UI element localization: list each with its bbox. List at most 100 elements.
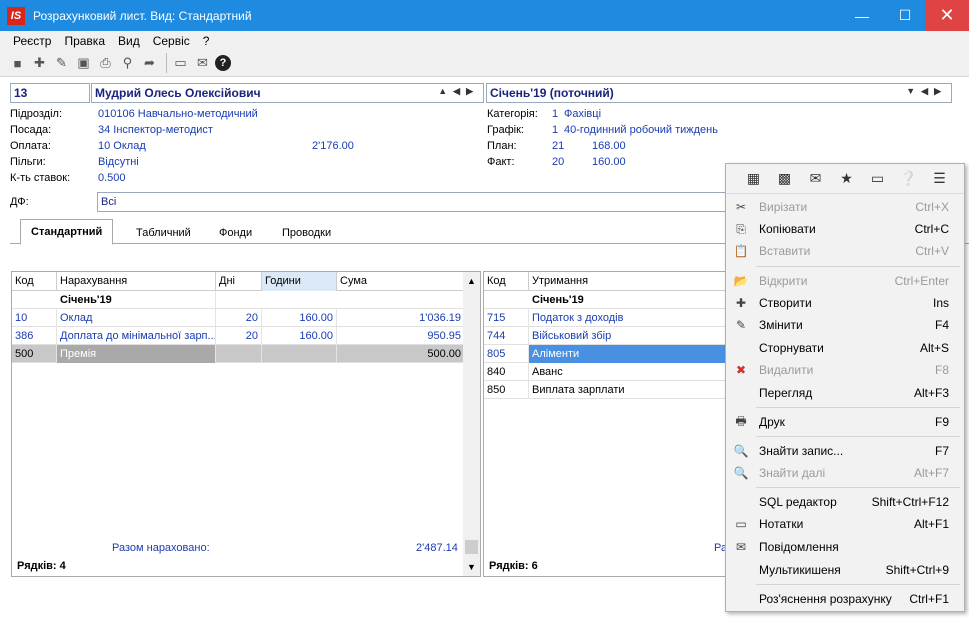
- employee-field[interactable]: Мудрий Олесь Олексійович ▲◀▶: [91, 83, 484, 103]
- tab-table[interactable]: Табличний: [126, 222, 201, 244]
- search-next-icon[interactable]: ➦: [140, 54, 159, 73]
- cell-name: Аліменти: [529, 345, 734, 363]
- close-button[interactable]: ✕: [925, 0, 969, 31]
- tab-standard[interactable]: Стандартний: [20, 219, 114, 245]
- maximize-button[interactable]: ☐: [889, 0, 921, 31]
- employee-nav-arrows[interactable]: ▲◀▶: [438, 86, 479, 97]
- menu-print[interactable]: 🖶 Друк F9: [726, 411, 964, 433]
- info-label: Посада:: [10, 124, 52, 136]
- menu-reverse[interactable]: Сторнувати Alt+S: [726, 337, 964, 359]
- menu-messages[interactable]: ✉ Повідомлення: [726, 536, 964, 558]
- menu-shortcut: Ctrl+V: [915, 244, 949, 258]
- calendar-icon[interactable]: ▩: [769, 170, 800, 187]
- info-value: 1: [552, 108, 559, 120]
- period-nav-arrows[interactable]: ▼◀▶: [906, 86, 947, 97]
- info-value: 1: [552, 124, 559, 136]
- search-next-icon: 🔍: [733, 466, 749, 480]
- table-row[interactable]: 840 Аванс: [484, 363, 734, 381]
- group-row[interactable]: Січень'19: [484, 291, 734, 309]
- help-icon[interactable]: ?: [215, 55, 231, 71]
- cell-name: Військовий збір: [529, 327, 734, 345]
- copy-icon[interactable]: ▣: [74, 54, 93, 73]
- tab-number-field[interactable]: 13: [10, 83, 90, 103]
- col-sum[interactable]: Сума: [337, 272, 465, 291]
- tab-postings[interactable]: Проводки: [272, 222, 341, 244]
- menu-create[interactable]: ✚ Створити Ins: [726, 292, 964, 314]
- col-days[interactable]: Дні: [216, 272, 262, 291]
- columns-icon[interactable]: ☰: [924, 170, 955, 187]
- menu-paste[interactable]: 📋 Вставити Ctrl+V: [726, 240, 964, 262]
- star-icon[interactable]: ★: [831, 170, 862, 187]
- employee-name: Мудрий Олесь Олексійович: [95, 86, 261, 100]
- tab-funds[interactable]: Фонди: [209, 222, 262, 244]
- col-hours[interactable]: Години: [262, 272, 337, 291]
- table-row[interactable]: 744 Військовий збір: [484, 327, 734, 345]
- menu-service[interactable]: Сервіс: [153, 34, 190, 48]
- accruals-scrollbar[interactable]: ▲ ▼: [463, 272, 480, 576]
- table-row[interactable]: 386 Доплата до мінімальної зарп... 20 16…: [12, 327, 480, 345]
- table-row[interactable]: 10 Оклад 20 160.00 1'036.19: [12, 309, 480, 327]
- menu-view[interactable]: Вид: [118, 34, 140, 48]
- search-icon: 🔍: [733, 444, 749, 458]
- menu-find-next[interactable]: 🔍 Знайти далі Alt+F7: [726, 462, 964, 484]
- search-icon[interactable]: ⚲: [118, 54, 137, 73]
- menu-calc-explanation[interactable]: Роз'яснення розрахунку Ctrl+F1: [726, 588, 964, 610]
- menu-label: Створити: [759, 296, 812, 310]
- scroll-up-icon[interactable]: ▲: [463, 276, 480, 286]
- create-icon[interactable]: ✚: [30, 54, 49, 73]
- menu-label: Повідомлення: [759, 540, 839, 554]
- notes-icon[interactable]: ▭: [171, 54, 190, 73]
- df-value: Всі: [101, 196, 117, 208]
- notes-icon[interactable]: ▭: [862, 170, 893, 187]
- menu-open[interactable]: 📂 Відкрити Ctrl+Enter: [726, 270, 964, 292]
- menu-label: Роз'яснення розрахунку: [759, 592, 892, 606]
- deductions-row-count: Рядків: 6: [489, 560, 538, 572]
- help-icon[interactable]: ❔: [893, 170, 924, 187]
- col-deduction[interactable]: Утримання: [529, 272, 734, 291]
- calculator-icon[interactable]: ▦: [738, 170, 769, 187]
- col-code[interactable]: Код: [484, 272, 529, 291]
- menu-separator: [756, 584, 960, 585]
- menu-cut[interactable]: ✂ Вирізати Ctrl+X: [726, 196, 964, 218]
- scroll-thumb[interactable]: [465, 540, 478, 554]
- menu-notes[interactable]: ▭ Нотатки Alt+F1: [726, 513, 964, 535]
- menu-registry[interactable]: Реєстр: [13, 34, 51, 48]
- folder-icon[interactable]: ■: [8, 54, 27, 73]
- edit-icon[interactable]: ✎: [52, 54, 71, 73]
- mail-icon[interactable]: ✉: [800, 170, 831, 187]
- menu-multipocket[interactable]: Мультикишеня Shift+Ctrl+9: [726, 559, 964, 581]
- menu-label: Вставити: [759, 244, 811, 258]
- info-value: 20: [552, 156, 565, 168]
- table-row[interactable]: 850 Виплата зарплати: [484, 381, 734, 399]
- mail-icon[interactable]: ✉: [193, 54, 212, 73]
- menu-label: Нотатки: [759, 517, 804, 531]
- print-icon[interactable]: ⎙: [96, 54, 115, 73]
- col-code[interactable]: Код: [12, 272, 57, 291]
- period-field[interactable]: Січень'19 (поточний) ▼◀▶: [486, 83, 952, 103]
- info-value: 010106 Навчально-методичний: [98, 108, 258, 120]
- menu-delete[interactable]: ✖ Видалити F8: [726, 359, 964, 381]
- table-row-selected[interactable]: 805 Аліменти: [484, 345, 734, 363]
- info-label: Категорія:: [487, 108, 538, 120]
- menu-view[interactable]: Перегляд Alt+F3: [726, 382, 964, 404]
- table-row[interactable]: 715 Податок з доходів: [484, 309, 734, 327]
- menu-copy[interactable]: ⎘ Копіювати Ctrl+C: [726, 218, 964, 240]
- menu-shortcut: Shift+Ctrl+F12: [871, 495, 949, 509]
- info-value: Фахівці: [564, 108, 602, 120]
- info-label: Факт:: [487, 156, 515, 168]
- menu-find[interactable]: 🔍 Знайти запис... F7: [726, 440, 964, 462]
- cell-code: 10: [12, 309, 57, 327]
- group-row[interactable]: Січень'19: [12, 291, 480, 309]
- menu-edit[interactable]: ✎ Змінити F4: [726, 314, 964, 336]
- menu-edit[interactable]: Правка: [64, 34, 105, 48]
- minimize-button[interactable]: —: [846, 0, 878, 31]
- menu-sql-editor[interactable]: SQL редактор Shift+Ctrl+F12: [726, 491, 964, 513]
- col-accrual[interactable]: Нарахування: [57, 272, 216, 291]
- menu-help[interactable]: ?: [203, 34, 210, 48]
- scroll-down-icon[interactable]: ▼: [463, 562, 480, 572]
- cell-sum: 500.00: [337, 345, 465, 363]
- table-row-selected[interactable]: 500 Премія 500.00: [12, 345, 480, 363]
- cell-name: Премія: [57, 345, 216, 363]
- info-value: Відсутні: [98, 156, 139, 168]
- accruals-grid: Код Нарахування Дні Години Сума Січень'1…: [11, 271, 481, 577]
